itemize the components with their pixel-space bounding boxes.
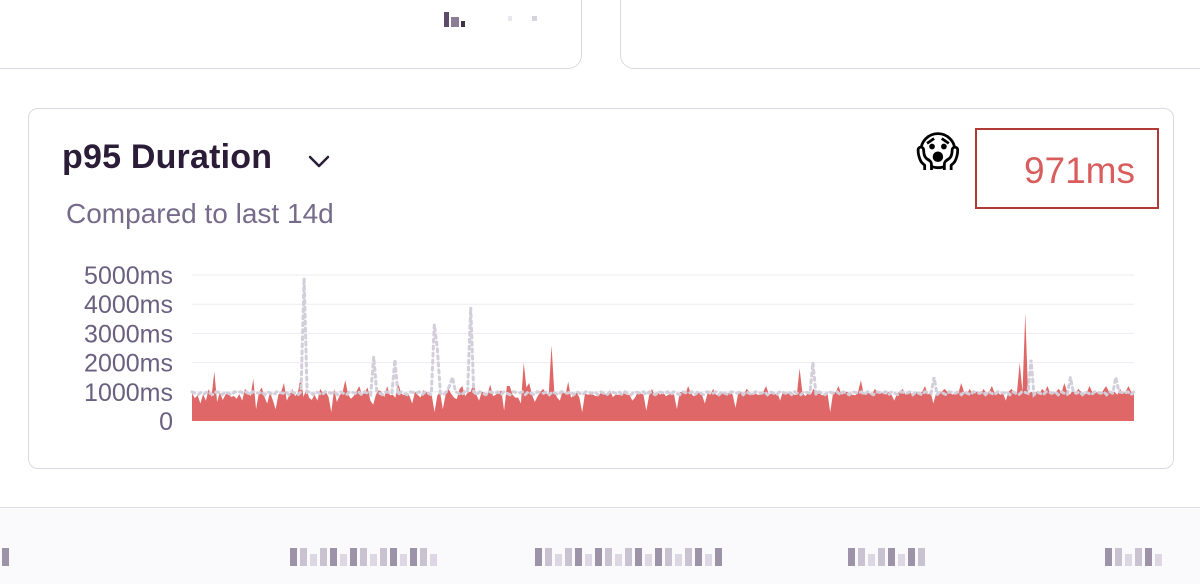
chart-grid <box>192 274 1134 393</box>
y-tick-label: 1000ms <box>84 379 173 407</box>
previous-period-line <box>190 277 1136 398</box>
pixelated-header-text <box>1105 548 1162 566</box>
pixelated-header-text <box>535 548 722 566</box>
y-tick-label: 2000ms <box>84 350 173 378</box>
y-tick-label: 0 <box>159 408 173 436</box>
current-period-area <box>192 313 1134 421</box>
pixelated-header-text <box>290 548 437 566</box>
y-tick-label: 4000ms <box>84 291 173 319</box>
y-tick-label: 3000ms <box>84 320 173 348</box>
y-axis-ticks: 5000ms4000ms3000ms2000ms1000ms0 <box>84 262 173 436</box>
pixelated-header-text <box>848 548 925 566</box>
y-tick-label: 5000ms <box>84 262 173 290</box>
table-header-row <box>0 507 1200 584</box>
duration-chart: 5000ms4000ms3000ms2000ms1000ms0 <box>84 262 1136 436</box>
pixelated-header-text <box>2 548 9 566</box>
